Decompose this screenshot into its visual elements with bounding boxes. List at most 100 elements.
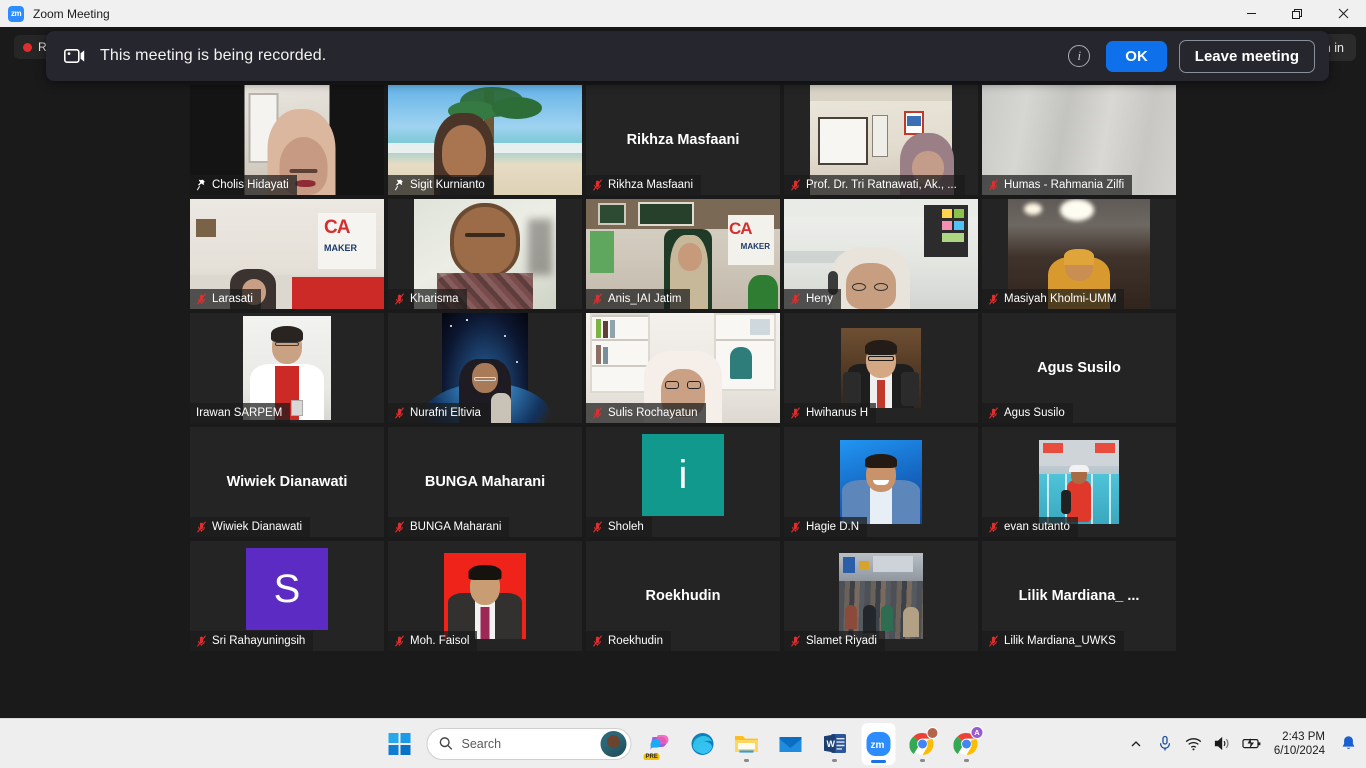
participant-name-bar: Larasati: [190, 289, 261, 309]
start-button[interactable]: [383, 727, 417, 761]
participant-name: Prof. Dr. Tri Ratnawati, Ak., ...: [806, 179, 957, 191]
muted-mic-icon: [394, 293, 405, 305]
avatar: i: [642, 434, 724, 516]
muted-mic-icon: [592, 521, 603, 533]
taskbar-app-edge[interactable]: [686, 724, 720, 764]
participant-name: Humas - Rahmania Zilfi: [1004, 179, 1125, 191]
gallery-row: Cholis Hidayati Sigit Kurnianto Rikhza M…: [190, 85, 1176, 195]
muted-mic-icon: [196, 521, 207, 533]
info-icon[interactable]: i: [1068, 45, 1091, 67]
battery-button[interactable]: [1239, 727, 1265, 761]
muted-mic-icon: [988, 635, 999, 647]
participant-tile-lilik-mardiana-uwks[interactable]: Lilik Mardiana_ ... Lilik Mardiana_UWKS: [982, 541, 1176, 651]
participant-name: Lilik Mardiana_UWKS: [1004, 635, 1116, 647]
tray-overflow-button[interactable]: [1123, 727, 1149, 761]
muted-mic-icon: [790, 179, 801, 191]
participant-name-bar: Sri Rahayuningsih: [190, 631, 314, 651]
participant-name-bar: evan sutanto: [982, 517, 1078, 537]
participant-tile-irawan-sarpem[interactable]: Irawan SARPEM: [190, 313, 384, 423]
muted-mic-icon: [592, 407, 603, 419]
participant-tile-heny[interactable]: Heny: [784, 199, 978, 309]
taskbar-app-chrome[interactable]: [906, 724, 940, 764]
file-explorer-icon: [735, 735, 758, 753]
search-input[interactable]: Search: [426, 727, 632, 760]
muted-mic-icon: [790, 407, 801, 419]
participant-tile-evan-sutanto[interactable]: evan sutanto: [982, 427, 1176, 537]
notification-center-button[interactable]: [1336, 727, 1360, 761]
maximize-icon: [1292, 8, 1302, 19]
participant-tile-tri-ratnawati[interactable]: Prof. Dr. Tri Ratnawati, Ak., ...: [784, 85, 978, 195]
participant-tile-masiyah-kholmi-umm[interactable]: Masiyah Kholmi-UMM: [982, 199, 1176, 309]
participant-tile-hwihanus-h[interactable]: Hwihanus H: [784, 313, 978, 423]
taskbar-app-copilot-pre[interactable]: PRE: [642, 724, 676, 764]
zoom-meeting-window: Re gn in This meeting is being recorded.…: [0, 27, 1366, 718]
gallery-row: Irawan SARPEM Nurafni Eltivia Sulis Roch…: [190, 313, 1176, 423]
video-feed-inner: [444, 553, 526, 639]
taskbar-app-zoom[interactable]: zm: [861, 722, 896, 765]
avatar: S: [246, 548, 328, 630]
participant-name-bar: Sholeh: [586, 517, 652, 537]
video-record-icon: [64, 48, 86, 64]
participant-tile-humas-rahmania-zilfi[interactable]: Humas - Rahmania Zilfi: [982, 85, 1176, 195]
participant-tile-slamet-riyadi[interactable]: Slamet Riyadi: [784, 541, 978, 651]
clock-time: 2:43 PM: [1282, 730, 1325, 743]
search-icon: [439, 737, 453, 750]
taskbar-app-file-explorer[interactable]: [730, 724, 764, 764]
ok-button[interactable]: OK: [1106, 40, 1167, 72]
clock[interactable]: 2:43 PM 6/10/2024: [1268, 730, 1333, 758]
microsoft-word-icon: W: [823, 734, 846, 753]
participant-tile-agus-susilo[interactable]: Agus Susilo Agus Susilo: [982, 313, 1176, 423]
running-indicator: [744, 758, 749, 762]
microphone-status-button[interactable]: [1152, 727, 1178, 761]
participant-name-bar: Rikhza Masfaani: [586, 175, 702, 195]
close-button[interactable]: [1320, 0, 1366, 27]
participant-tile-rikhza-masfaani[interactable]: Rikhza Masfaani Rikhza Masfaani: [586, 85, 780, 195]
participant-tile-sigit-kurnianto[interactable]: Sigit Kurnianto: [388, 85, 582, 195]
participant-tile-sholeh[interactable]: i Sholeh: [586, 427, 780, 537]
taskbar-app-word[interactable]: W: [818, 724, 852, 764]
notification-message: This meeting is being recorded.: [100, 47, 327, 64]
taskbar-app-chrome-profile-a[interactable]: A: [950, 724, 984, 764]
zoom-logo-icon: zm: [8, 5, 24, 22]
participant-name: Slamet Riyadi: [806, 635, 877, 647]
participant-tile-cholis-hidayati[interactable]: Cholis Hidayati: [190, 85, 384, 195]
minimize-button[interactable]: [1228, 0, 1274, 27]
svg-text:W: W: [826, 739, 835, 749]
participant-name: Sholeh: [608, 521, 644, 533]
participant-name: Nurafni Eltivia: [410, 407, 481, 419]
participant-tile-nurafni-eltivia[interactable]: Nurafni Eltivia: [388, 313, 582, 423]
leave-meeting-button[interactable]: Leave meeting: [1178, 39, 1315, 73]
muted-mic-icon: [988, 407, 999, 419]
participant-tile-bunga-maharani[interactable]: BUNGA Maharani BUNGA Maharani: [388, 427, 582, 537]
participant-tile-anis-iai-jatim[interactable]: CA MAKER Anis_IAI Jatim: [586, 199, 780, 309]
participant-tile-moh-faisol[interactable]: Moh. Faisol: [388, 541, 582, 651]
window-title-bar: zm Zoom Meeting: [0, 0, 1366, 27]
participant-name-bar: Kharisma: [388, 289, 467, 309]
muted-mic-icon: [592, 179, 603, 191]
video-feed-inner: [839, 553, 923, 639]
participant-name: Sri Rahayuningsih: [212, 635, 306, 647]
muted-mic-icon: [592, 635, 603, 647]
network-button[interactable]: [1181, 727, 1207, 761]
participant-name-bar: Lilik Mardiana_UWKS: [982, 631, 1124, 651]
participant-name: Heny: [806, 293, 833, 305]
participant-name-bar: Prof. Dr. Tri Ratnawati, Ak., ...: [784, 175, 965, 195]
participant-tile-hagie-dn[interactable]: Hagie D.N: [784, 427, 978, 537]
taskbar-app-mail[interactable]: [774, 724, 808, 764]
participant-tile-wiwiek-dianawati[interactable]: Wiwiek Dianawati Wiwiek Dianawati: [190, 427, 384, 537]
participant-tile-larasati[interactable]: CA MAKER Larasati: [190, 199, 384, 309]
gallery-row: Wiwiek Dianawati Wiwiek Dianawati BUNGA …: [190, 427, 1176, 537]
participant-name-bar: Hagie D.N: [784, 517, 868, 537]
participant-tile-sri-rahayuningsih[interactable]: S Sri Rahayuningsih: [190, 541, 384, 651]
muted-mic-icon: [790, 635, 801, 647]
participant-gallery: Cholis Hidayati Sigit Kurnianto Rikhza M…: [190, 85, 1176, 655]
participant-tile-kharisma[interactable]: Kharisma: [388, 199, 582, 309]
participant-tile-roekhudin[interactable]: Roekhudin Roekhudin: [586, 541, 780, 651]
running-indicator: [920, 758, 925, 762]
participant-tile-sulis-rochayatun[interactable]: Sulis Rochayatun: [586, 313, 780, 423]
volume-button[interactable]: [1210, 727, 1236, 761]
mail-icon: [779, 736, 802, 752]
participant-name: Agus Susilo: [1004, 407, 1065, 419]
participant-name: Hwihanus H: [806, 407, 868, 419]
maximize-button[interactable]: [1274, 0, 1320, 27]
